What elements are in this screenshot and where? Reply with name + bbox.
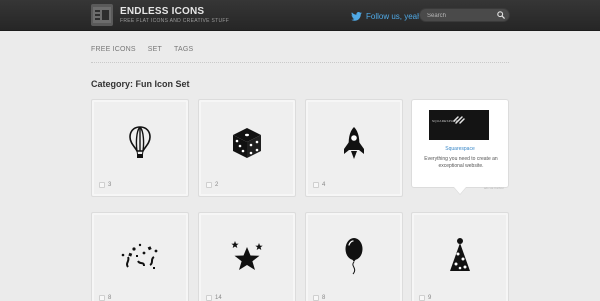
rocket-icon[interactable] bbox=[342, 126, 366, 160]
nav-free-icons[interactable]: FREE ICONS bbox=[91, 46, 136, 53]
nav-set[interactable]: SET bbox=[148, 46, 162, 53]
count-value: 4 bbox=[322, 182, 326, 188]
favorite-checkbox[interactable] bbox=[419, 295, 425, 301]
favorite-checkbox[interactable] bbox=[313, 182, 319, 188]
icon-card[interactable]: 8 bbox=[305, 212, 403, 301]
search-input[interactable] bbox=[427, 10, 495, 21]
favorite-count: 8 bbox=[313, 295, 325, 301]
brand-title[interactable]: ENDLESS ICONS bbox=[120, 6, 204, 17]
follow-twitter-link[interactable]: Follow us, yeah? bbox=[351, 9, 426, 23]
search-icon[interactable] bbox=[497, 11, 505, 19]
search-bar[interactable] bbox=[419, 8, 510, 22]
balloon-icon[interactable] bbox=[344, 237, 364, 275]
icon-card[interactable]: 3 bbox=[91, 99, 189, 197]
ad-card[interactable]: SQUARESPACE Squarespace Everything you n… bbox=[411, 99, 509, 190]
count-value: 9 bbox=[428, 295, 432, 301]
hot-air-balloon-icon[interactable] bbox=[129, 126, 151, 160]
favorite-count: 8 bbox=[99, 295, 111, 301]
brand-tagline: FREE FLAT ICONS AND CREATIVE STUFF bbox=[120, 18, 230, 24]
favorite-count: 9 bbox=[419, 295, 431, 301]
count-value: 8 bbox=[108, 295, 112, 301]
nav-divider bbox=[91, 62, 509, 63]
ad-link[interactable]: Squarespace bbox=[412, 146, 508, 152]
favorite-count: 3 bbox=[99, 182, 111, 188]
icon-card[interactable]: 4 bbox=[305, 99, 403, 197]
top-header: ENDLESS ICONS FREE FLAT ICONS AND CREATI… bbox=[0, 0, 600, 31]
ad-banner-image[interactable] bbox=[429, 110, 489, 140]
favorite-checkbox[interactable] bbox=[206, 182, 212, 188]
ad-description: Everything you need to create an excepti… bbox=[424, 156, 498, 169]
favorite-count: 2 bbox=[206, 182, 218, 188]
nav-tags[interactable]: TAGS bbox=[174, 46, 193, 53]
count-value: 8 bbox=[322, 295, 326, 301]
count-value: 14 bbox=[215, 295, 222, 301]
confetti-icon[interactable] bbox=[120, 241, 160, 271]
dice-icon[interactable] bbox=[232, 127, 262, 159]
count-value: 3 bbox=[108, 182, 112, 188]
favorite-count: 14 bbox=[206, 295, 222, 301]
favorite-count: 4 bbox=[313, 182, 325, 188]
favorite-checkbox[interactable] bbox=[99, 295, 105, 301]
ad-byline[interactable]: ads via Carbon bbox=[484, 186, 504, 190]
icon-card[interactable]: 8 bbox=[91, 212, 189, 301]
follow-label: Follow us, yeah? bbox=[366, 11, 427, 21]
main-nav: FREE ICONS SET TAGS bbox=[91, 46, 193, 53]
party-hat-icon[interactable] bbox=[448, 237, 472, 275]
icon-card[interactable]: 2 bbox=[198, 99, 296, 197]
page-title: Category: Fun Icon Set bbox=[91, 79, 190, 89]
favorite-checkbox[interactable] bbox=[313, 295, 319, 301]
favorite-checkbox[interactable] bbox=[206, 295, 212, 301]
star-icon[interactable] bbox=[229, 240, 265, 272]
logo-icon[interactable] bbox=[91, 4, 113, 26]
ad-banner-text: SQUARESPACE bbox=[432, 119, 458, 123]
favorite-checkbox[interactable] bbox=[99, 182, 105, 188]
icon-card[interactable]: 14 bbox=[198, 212, 296, 301]
icon-card[interactable]: 9 bbox=[411, 212, 509, 301]
count-value: 2 bbox=[215, 182, 219, 188]
twitter-icon bbox=[351, 11, 362, 21]
